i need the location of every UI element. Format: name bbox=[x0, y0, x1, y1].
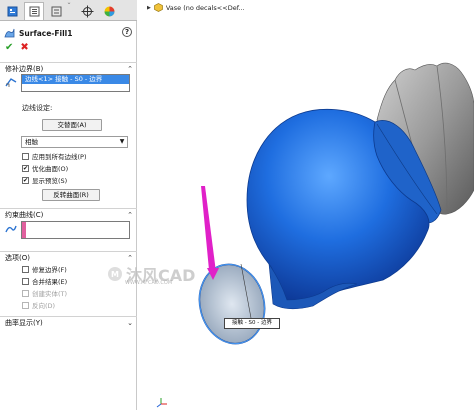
cancel-x-icon[interactable]: ✖ bbox=[20, 42, 28, 53]
feature-title-row: Surface-Fill1 ? bbox=[4, 27, 134, 39]
optimize-surface-label: 优化曲面(O) bbox=[32, 165, 69, 173]
show-preview-label: 显示预览(S) bbox=[32, 177, 68, 185]
dimxpert-icon bbox=[81, 5, 93, 17]
feature-title: Surface-Fill1 bbox=[19, 28, 73, 38]
view-triad-icon bbox=[156, 398, 167, 408]
merge-result-label: 合并结果(E) bbox=[32, 278, 68, 286]
collapse-icon[interactable]: ⌃ bbox=[127, 65, 133, 73]
curve-select-icon bbox=[5, 225, 17, 233]
reverse-label: 反向(D) bbox=[32, 302, 56, 310]
tab-configuration-manager[interactable] bbox=[46, 2, 66, 20]
checkbox-box bbox=[22, 265, 29, 273]
contact-type-value: 相触 bbox=[25, 138, 38, 146]
boundary-edge-list[interactable]: 边线<1> 接触 - S0 - 边界 bbox=[21, 74, 130, 92]
section-patch-boundary-title: 修补边界(B) bbox=[5, 65, 44, 73]
reverse-surface-button[interactable]: 反转曲面(R) bbox=[42, 189, 100, 201]
create-solid-checkbox: 创建实体(T) bbox=[22, 288, 67, 298]
expand-icon[interactable]: ⌄ bbox=[127, 319, 133, 327]
collapse-icon[interactable]: ⌃ bbox=[127, 254, 133, 262]
checkbox-box bbox=[22, 277, 29, 285]
reverse-checkbox: 反向(D) bbox=[22, 300, 55, 310]
tab-dimxpert[interactable] bbox=[77, 2, 97, 20]
watermark-subtext: WWW.MFCAD.COM bbox=[125, 280, 173, 286]
create-solid-label: 创建实体(T) bbox=[32, 290, 68, 298]
graphics-viewport[interactable]: ▶ Vase (no decals<<Def... 接触 - S0 - 边界 M… bbox=[108, 0, 474, 410]
contact-type-select[interactable]: 相触 ▼ bbox=[21, 136, 128, 148]
alternate-face-button[interactable]: 交替面(A) bbox=[42, 119, 102, 131]
collapse-icon[interactable]: ⌃ bbox=[127, 211, 133, 219]
ok-cancel-row: ✔ ✖ bbox=[5, 41, 29, 53]
vase-model[interactable] bbox=[137, 0, 474, 410]
tab-property-manager[interactable] bbox=[24, 2, 44, 20]
ok-check-icon[interactable]: ✔ bbox=[5, 42, 13, 53]
checkbox-box bbox=[22, 301, 29, 309]
display-manager-icon bbox=[104, 6, 114, 16]
chevron-down-icon: ▼ bbox=[119, 138, 125, 145]
tab-display-manager[interactable] bbox=[99, 2, 119, 20]
section-patch-boundary-header[interactable]: 修补边界(B) ⌃ bbox=[0, 62, 137, 74]
constraint-color-swatch bbox=[22, 222, 26, 238]
checkbox-box bbox=[22, 289, 29, 297]
watermark: M 沐风CAD WWW.MFCAD.COM bbox=[107, 262, 195, 286]
edge-settings-label: 边线设定: bbox=[22, 104, 53, 112]
apply-all-edges-label: 应用到所有边线(P) bbox=[32, 153, 87, 161]
normal-direction-arrow-icon bbox=[201, 186, 219, 280]
vase-opening-fill-preview[interactable] bbox=[191, 257, 272, 350]
section-constraint-curves-title: 约束曲线(C) bbox=[5, 211, 44, 219]
boundary-edge-list-item[interactable]: 边线<1> 接触 - S0 - 边界 bbox=[22, 75, 129, 84]
tab-feature-manager[interactable] bbox=[2, 2, 22, 20]
checkbox-box bbox=[22, 164, 29, 172]
watermark-logo-icon: M bbox=[108, 267, 122, 281]
app-window: ⌄ Surface-Fill1 ? ✔ ✖ 修补边界(B) ⌃ 边线<1> 接触… bbox=[0, 0, 474, 410]
show-preview-checkbox[interactable]: 显示预览(S) bbox=[22, 175, 67, 185]
edge-callout[interactable]: 接触 - S0 - 边界 bbox=[224, 318, 280, 329]
checkbox-box bbox=[22, 176, 29, 184]
edge-select-icon bbox=[5, 78, 17, 87]
property-manager-icon bbox=[29, 6, 39, 17]
optimize-surface-checkbox[interactable]: 优化曲面(O) bbox=[22, 163, 68, 173]
checkbox-box bbox=[22, 152, 29, 160]
constraint-curve-list[interactable] bbox=[21, 221, 130, 239]
section-options-title: 选项(O) bbox=[5, 254, 30, 262]
fix-boundary-checkbox[interactable]: 修复边界(F) bbox=[22, 264, 67, 274]
help-icon[interactable]: ? bbox=[122, 27, 132, 37]
fix-boundary-label: 修复边界(F) bbox=[32, 266, 67, 274]
svg-text:M: M bbox=[111, 270, 119, 279]
section-curvature-display-title: 曲率显示(Y) bbox=[5, 319, 43, 327]
section-curvature-display-header[interactable]: 曲率显示(Y) ⌄ bbox=[0, 316, 137, 328]
manager-tabs: ⌄ bbox=[0, 0, 137, 21]
property-manager-panel: ⌄ Surface-Fill1 ? ✔ ✖ 修补边界(B) ⌃ 边线<1> 接触… bbox=[0, 0, 137, 410]
surface-fill-icon bbox=[4, 28, 15, 37]
merge-result-checkbox[interactable]: 合并结果(E) bbox=[22, 276, 67, 286]
configuration-manager-icon bbox=[51, 6, 61, 16]
apply-all-edges-checkbox[interactable]: 应用到所有边线(P) bbox=[22, 151, 87, 161]
section-constraint-curves-header[interactable]: 约束曲线(C) ⌃ bbox=[0, 208, 137, 220]
feature-manager-icon bbox=[7, 6, 17, 16]
